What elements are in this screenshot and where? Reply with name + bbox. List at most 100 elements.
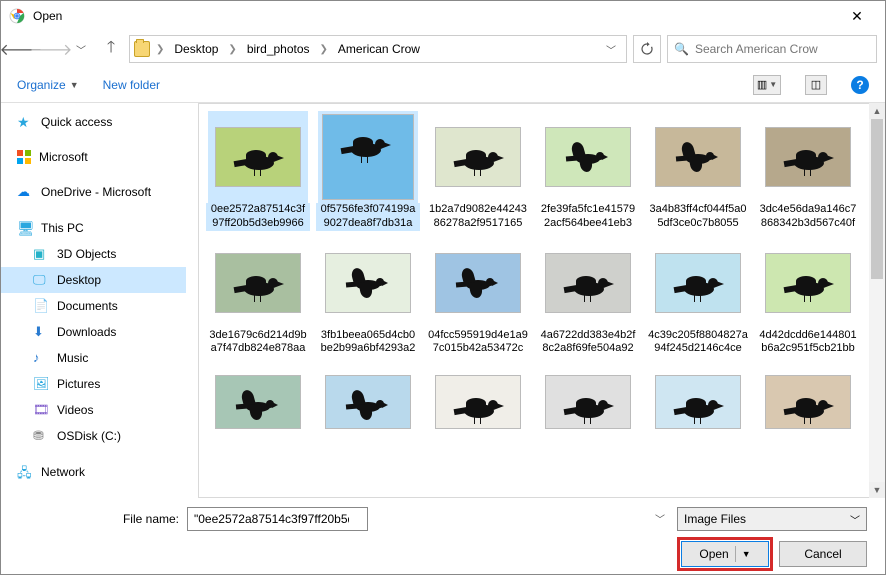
- address-bar[interactable]: ❯ Desktop ❯ bird_photos ❯ American Crow …: [129, 35, 627, 63]
- open-button[interactable]: Open▼: [681, 541, 769, 567]
- search-box[interactable]: 🔍: [667, 35, 877, 63]
- preview-pane-button[interactable]: ◫: [805, 75, 827, 95]
- file-thumbnail[interactable]: 4d42dcdd6e144801b6a2c951f5cb21bb: [756, 237, 860, 357]
- organize-menu[interactable]: Organize▼: [17, 78, 79, 92]
- file-thumbnail[interactable]: r3f: [756, 362, 860, 442]
- file-type-filter-label: Image Files: [684, 512, 746, 526]
- sidebar-onedrive[interactable]: ☁OneDrive - Microsoft: [1, 179, 186, 205]
- pc-icon: 🖥: [17, 220, 33, 236]
- disk-icon: ⛃: [33, 428, 49, 444]
- close-button[interactable]: ✕: [837, 8, 877, 25]
- file-thumbnail[interactable]: 4c39c205f8804827a94f245d2146c4ce: [646, 237, 750, 357]
- file-name-label: 4d42dcdd6e144801b6a2c951f5cb21bb: [756, 329, 860, 357]
- file-thumbnail[interactable]: 4a6722dd383e4b2f8c2a8f69fe504a92: [536, 237, 640, 357]
- recent-dropdown[interactable]: ﹀: [69, 37, 93, 61]
- address-dropdown[interactable]: ﹀: [600, 42, 622, 57]
- sidebar-osdisk[interactable]: ⛃OSDisk (C:): [1, 423, 186, 449]
- download-icon: ⬇: [33, 324, 49, 340]
- video-icon: 🎞: [33, 402, 49, 418]
- file-thumbnail[interactable]: r3b: [316, 362, 420, 442]
- star-icon: ★: [17, 114, 33, 130]
- sidebar-desktop[interactable]: 🖵Desktop: [1, 267, 186, 293]
- chevron-right-icon: ❯: [226, 44, 238, 55]
- refresh-button[interactable]: [633, 35, 661, 63]
- pictures-icon: 🖼: [33, 376, 49, 392]
- scroll-down-button[interactable]: ▼: [869, 482, 885, 498]
- file-thumbnail[interactable]: 1b2a7d9082e4424386278a2f9517165: [426, 111, 530, 231]
- file-name-label: 2fe39fa5fc1e415792acf564bee41eb3: [536, 203, 640, 231]
- file-type-filter[interactable]: Image Files ﹀: [677, 507, 867, 531]
- bottom-bar: File name: ﹀ Image Files ﹀ Open▼ Cancel: [1, 499, 885, 574]
- sidebar-quick-access[interactable]: ★Quick access: [1, 109, 186, 135]
- sidebar-documents[interactable]: 📄Documents: [1, 293, 186, 319]
- forward-button[interactable]: 🡒: [39, 37, 63, 61]
- file-name-label: 4c39c205f8804827a94f245d2146c4ce: [646, 329, 750, 357]
- search-input[interactable]: [695, 42, 870, 56]
- nav-row: 🡐 🡒 ﹀ 🡑 ❯ Desktop ❯ bird_photos ❯ Americ…: [1, 31, 885, 67]
- sidebar-this-pc[interactable]: 🖥This PC: [1, 215, 186, 241]
- music-icon: ♪: [33, 350, 49, 366]
- chrome-icon: [9, 8, 25, 24]
- crumb-american-crow[interactable]: American Crow: [334, 40, 424, 58]
- chevron-down-icon[interactable]: ▼: [742, 549, 751, 559]
- file-thumbnail[interactable]: r3e: [646, 362, 750, 442]
- scroll-track[interactable]: [869, 119, 885, 482]
- file-thumbnail[interactable]: 3dc4e56da9a146c7868342b3d567c40f: [756, 111, 860, 231]
- view-options-button[interactable]: ▥▼: [753, 75, 781, 95]
- cloud-icon: ☁: [17, 184, 33, 200]
- sidebar-3d-objects[interactable]: ▣3D Objects: [1, 241, 186, 267]
- file-name-label: 3fb1beea065d4cb0be2b99a6bf4293a2: [316, 329, 420, 357]
- sidebar-microsoft[interactable]: Microsoft: [1, 145, 186, 169]
- file-thumbnail[interactable]: 3de1679c6d214d9ba7f47db824e878aa: [206, 237, 310, 357]
- file-name-label: 3a4b83ff4cf044f5a05df3ce0c7b8055: [646, 203, 750, 231]
- file-name-label: 04fcc595919d4e1a97c015b42a53472c: [426, 329, 530, 357]
- crumb-bird-photos[interactable]: bird_photos: [243, 40, 314, 58]
- file-name-label: 1b2a7d9082e4424386278a2f9517165: [426, 203, 530, 231]
- crumb-desktop[interactable]: Desktop: [170, 40, 222, 58]
- file-thumbnail[interactable]: r3d: [536, 362, 640, 442]
- help-button[interactable]: ?: [851, 76, 869, 94]
- scroll-thumb[interactable]: [871, 119, 883, 279]
- sidebar: ★Quick access Microsoft ☁OneDrive - Micr…: [1, 103, 186, 498]
- chevron-down-icon[interactable]: ﹀: [655, 511, 665, 526]
- file-thumbnail[interactable]: 0f5756fe3f074199a9027dea8f7db31a: [316, 111, 420, 231]
- sidebar-music[interactable]: ♪Music: [1, 345, 186, 371]
- file-thumbnail[interactable]: 3a4b83ff4cf044f5a05df3ce0c7b8055: [646, 111, 750, 231]
- file-name-label: 0f5756fe3f074199a9027dea8f7db31a: [316, 203, 420, 231]
- file-name-combo[interactable]: ﹀: [187, 507, 669, 531]
- file-pane: 0ee2572a87514c3f97ff20b5d3eb99660f5756fe…: [186, 103, 885, 498]
- chevron-right-icon[interactable]: ❯: [154, 44, 166, 55]
- file-thumbnail[interactable]: 04fcc595919d4e1a97c015b42a53472c: [426, 237, 530, 357]
- up-button[interactable]: 🡑: [99, 37, 123, 61]
- scroll-up-button[interactable]: ▲: [869, 103, 885, 119]
- new-folder-button[interactable]: New folder: [103, 78, 160, 92]
- chevron-down-icon: ﹀: [850, 512, 860, 527]
- file-thumbnail[interactable]: 0ee2572a87514c3f97ff20b5d3eb9966: [206, 111, 310, 231]
- sidebar-downloads[interactable]: ⬇Downloads: [1, 319, 186, 345]
- cube-icon: ▣: [33, 246, 49, 262]
- document-icon: 📄: [33, 298, 49, 314]
- file-name-label: 3de1679c6d214d9ba7f47db824e878aa: [206, 329, 310, 357]
- file-thumbnail[interactable]: r3c: [426, 362, 530, 442]
- sidebar-network[interactable]: 🖧Network: [1, 459, 186, 485]
- file-name-label: 4a6722dd383e4b2f8c2a8f69fe504a92: [536, 329, 640, 357]
- file-name-label: 3dc4e56da9a146c7868342b3d567c40f: [756, 203, 860, 231]
- search-icon: 🔍: [674, 42, 689, 56]
- title-bar: Open ✕: [1, 1, 885, 31]
- sidebar-videos[interactable]: 🎞Videos: [1, 397, 186, 423]
- network-icon: 🖧: [17, 464, 33, 480]
- body: ★Quick access Microsoft ☁OneDrive - Micr…: [1, 103, 885, 498]
- cancel-button[interactable]: Cancel: [779, 541, 867, 567]
- window-title: Open: [33, 9, 837, 23]
- microsoft-icon: [17, 150, 31, 164]
- scrollbar[interactable]: ▲ ▼: [869, 103, 885, 498]
- file-thumbnail[interactable]: 2fe39fa5fc1e415792acf564bee41eb3: [536, 111, 640, 231]
- file-thumbnail[interactable]: 3fb1beea065d4cb0be2b99a6bf4293a2: [316, 237, 420, 357]
- sidebar-pictures[interactable]: 🖼Pictures: [1, 371, 186, 397]
- thumbnail-grid[interactable]: 0ee2572a87514c3f97ff20b5d3eb99660f5756fe…: [186, 103, 885, 498]
- toolbar: Organize▼ New folder ▥▼ ◫ ?: [1, 67, 885, 103]
- desktop-icon: 🖵: [33, 272, 49, 288]
- file-thumbnail[interactable]: r3a: [206, 362, 310, 442]
- folder-icon: [134, 41, 150, 57]
- file-name-input[interactable]: [187, 507, 368, 531]
